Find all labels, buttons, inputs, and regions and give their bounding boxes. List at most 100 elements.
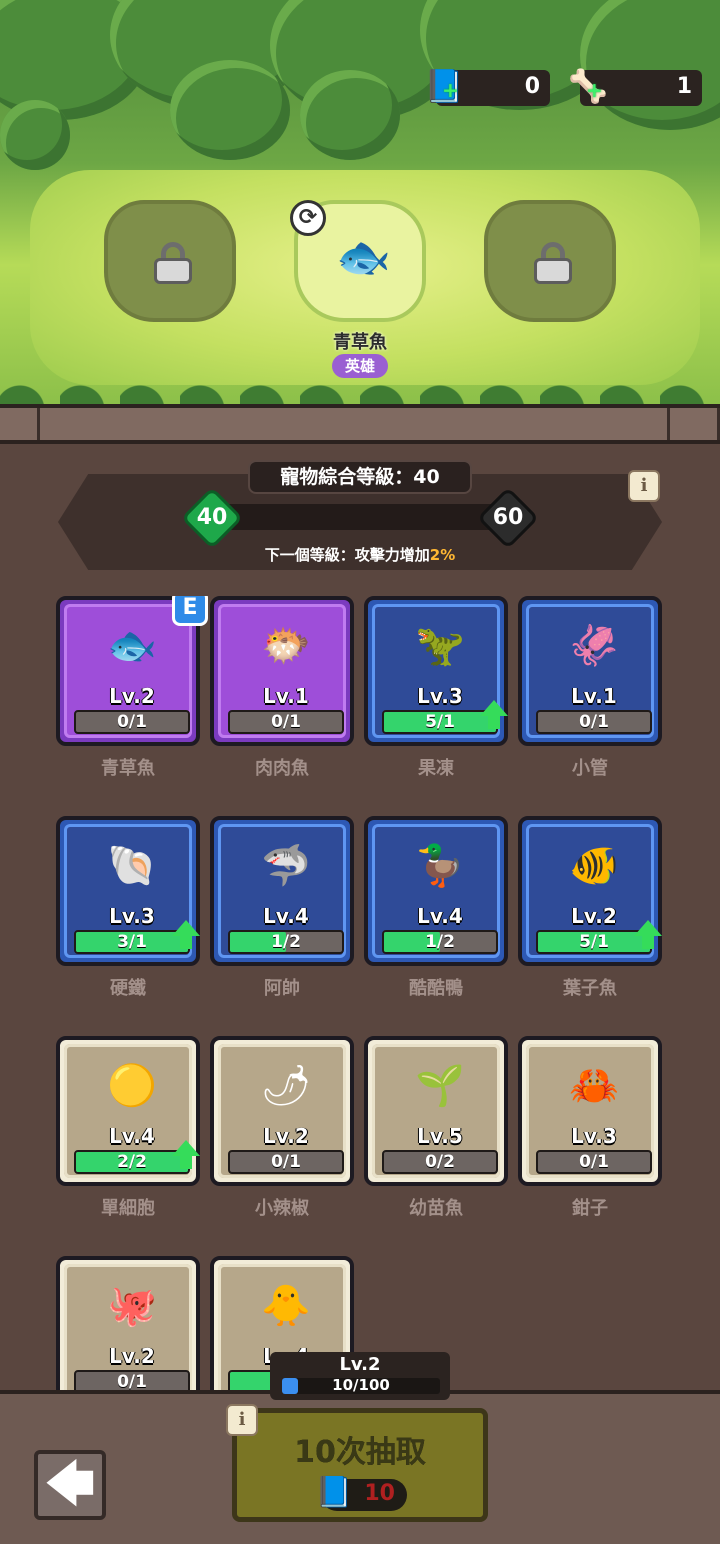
plus-icon: + <box>442 78 459 102</box>
tree <box>0 100 70 170</box>
pet-level-progress-bar <box>210 504 510 530</box>
pet-shard-bar: 0/1 <box>536 1150 652 1174</box>
rarity-badge: 英雄 <box>332 354 388 378</box>
pet-name: 單細胞 <box>101 1198 155 1219</box>
pet-card-inner: 🌶 Lv.2 0/1 <box>218 1044 346 1178</box>
chick-icon: 🐥 <box>261 1283 311 1329</box>
pet-card-inner: 🦆 Lv.4 1/2 <box>372 824 500 958</box>
pet-level: Lv.2 <box>109 1344 155 1368</box>
ticket-count: 0 <box>524 74 540 99</box>
shark-icon: 🦈 <box>261 843 311 889</box>
pet-name: 鉗子 <box>572 1198 608 1219</box>
draw-10-button[interactable]: 10次抽取 📘 10 <box>232 1408 488 1522</box>
pet-card-cell: 🦈 Lv.4 1/2 阿帥 <box>210 816 354 1016</box>
upgrade-arrow-icon <box>480 700 508 730</box>
summon-level-panel: Lv.2 10/100 <box>270 1352 450 1400</box>
pet-card-inner: 🦑 Lv.1 0/1 <box>526 604 654 738</box>
pet-card-inner: 🦈 Lv.4 1/2 <box>218 824 346 958</box>
next-level-bonus-text: 下一個等級：攻擊力增加 <box>264 546 430 564</box>
bone-counter[interactable]: 🦴 + 1 <box>568 67 702 106</box>
pet-card[interactable]: 🐟 Lv.2 0/1 E <box>56 596 208 746</box>
pet-level: Lv.1 <box>263 684 309 708</box>
forest-scene: 📘 + 0 🦴 + 1 🐟 ⟳ 青草魚 英雄 <box>0 0 720 408</box>
ticket-counter[interactable]: 📘 + 0 <box>424 67 550 106</box>
pet-card[interactable]: 🦑 Lv.1 0/1 <box>518 596 662 746</box>
pet-card[interactable]: 🐚 Lv.3 3/1 <box>56 816 200 966</box>
pet-level: Lv.4 <box>263 904 309 928</box>
pet-level: Lv.2 <box>109 684 155 708</box>
jelly-icon: 🦖 <box>415 623 465 669</box>
pet-card-cell: 🐡 Lv.1 0/1 肉肉魚 <box>210 596 354 796</box>
next-level-bonus: 下一個等級：攻擊力增加2% <box>0 544 720 565</box>
back-button[interactable]: 🡄 <box>34 1450 106 1520</box>
pet-card[interactable]: 🦆 Lv.4 1/2 <box>364 816 508 966</box>
pet-shard-bar: 0/2 <box>382 1150 498 1174</box>
pet-card[interactable]: 🐠 Lv.2 5/1 <box>518 816 662 966</box>
pet-total-level-title: 寵物綜合等級：40 <box>248 460 472 494</box>
pet-shard-bar: 0/1 <box>74 710 190 734</box>
upgrade-arrow-icon <box>172 1140 200 1170</box>
pet-card[interactable]: 🐡 Lv.1 0/1 <box>210 596 354 746</box>
pet-shard-bar: 1/2 <box>228 930 344 954</box>
pet-name: 酷酷鴨 <box>409 978 463 999</box>
tree <box>300 70 400 160</box>
pet-slot-right-locked[interactable] <box>484 200 616 322</box>
green-fish-icon: 🐟 <box>336 232 391 283</box>
plus-icon: + <box>586 78 603 102</box>
pet-shard-count: 1/2 <box>271 932 301 952</box>
pet-card-cell: 🟡 Lv.4 2/2 單細胞 <box>56 1036 200 1236</box>
summon-progress-bar: 10/100 <box>282 1376 440 1394</box>
pet-card-inner: 🌱 Lv.5 0/2 <box>372 1044 500 1178</box>
pet-card[interactable]: 🐙 Lv.2 0/1 <box>56 1256 200 1390</box>
pet-card[interactable]: 🟡 Lv.4 2/2 <box>56 1036 200 1186</box>
squid-icon: 🦑 <box>569 623 619 669</box>
pet-name: 肉肉魚 <box>255 758 309 779</box>
bone-icon: 🦴 + <box>566 64 610 108</box>
pet-level: Lv.3 <box>571 1124 617 1148</box>
pet-grid: 🐟 Lv.2 0/1 E 青草魚 🐡 Lv.1 0/1 肉肉魚 🦖 Lv.3 5/1 果凍 🦑 Lv.1 0/… <box>56 596 676 1390</box>
pet-shard-bar: 0/1 <box>536 710 652 734</box>
octopus-icon: 🐙 <box>107 1283 157 1329</box>
active-pet-name: 青草魚 <box>333 332 387 353</box>
pet-card-inner: 🐙 Lv.2 0/1 <box>64 1264 192 1390</box>
pet-level: Lv.5 <box>417 1124 463 1148</box>
draw-cost-value: 10 <box>364 1481 395 1506</box>
level-info-button[interactable]: i <box>628 470 660 502</box>
current-level-value: 40 <box>196 505 228 530</box>
pet-card[interactable]: 🌶 Lv.2 0/1 <box>210 1036 354 1186</box>
pet-card[interactable]: 🦀 Lv.3 0/1 <box>518 1036 662 1186</box>
claw-icon: 🦀 <box>569 1063 619 1109</box>
equipped-badge: E <box>172 596 208 626</box>
pet-shard-count: 0/1 <box>271 712 301 732</box>
pet-card[interactable]: 🦈 Lv.4 1/2 <box>210 816 354 966</box>
pet-card-cell: 🦖 Lv.3 5/1 果凍 <box>364 596 508 796</box>
puffer-fish-icon: 🐡 <box>261 623 311 669</box>
summon-info-button[interactable]: i <box>226 1404 258 1436</box>
swap-icon[interactable]: ⟳ <box>290 200 326 236</box>
draw-10-label: 10次抽取 <box>294 1435 426 1470</box>
chili-icon: 🌶 <box>260 1063 312 1109</box>
pet-card-cell: 🐚 Lv.3 3/1 硬鐵 <box>56 816 200 1016</box>
pet-card[interactable]: 🌱 Lv.5 0/2 <box>364 1036 508 1186</box>
pet-level: Lv.2 <box>263 1124 309 1148</box>
pet-shard-count: 0/2 <box>425 1152 455 1172</box>
pet-shard-count: 1/2 <box>425 932 455 952</box>
pet-name: 小辣椒 <box>255 1198 309 1219</box>
ticket-book-icon: 📘 <box>315 1475 353 1510</box>
shell-icon: 🐚 <box>107 843 157 889</box>
pet-shard-bar: 0/1 <box>228 1150 344 1174</box>
pet-card-cell: 🌱 Lv.5 0/2 幼苗魚 <box>364 1036 508 1236</box>
pet-slot-left-locked[interactable] <box>104 200 236 322</box>
pet-card-cell: 🐟 Lv.2 0/1 E 青草魚 <box>56 596 208 796</box>
pet-level: Lv.4 <box>417 904 463 928</box>
pet-shard-count: 0/1 <box>579 1152 609 1172</box>
lock-icon <box>534 242 572 284</box>
pet-name: 小管 <box>572 758 608 779</box>
pet-card-cell: 🦑 Lv.1 0/1 小管 <box>518 596 662 796</box>
pet-card[interactable]: 🦖 Lv.3 5/1 <box>364 596 508 746</box>
pet-shard-bar: 0/1 <box>74 1370 190 1390</box>
back-arrow-icon: 🡄 <box>45 1456 95 1512</box>
pet-name: 阿帥 <box>264 978 300 999</box>
pet-card-inner: 🦀 Lv.3 0/1 <box>526 1044 654 1178</box>
pet-card-cell: 🦆 Lv.4 1/2 酷酷鴨 <box>364 816 508 1016</box>
